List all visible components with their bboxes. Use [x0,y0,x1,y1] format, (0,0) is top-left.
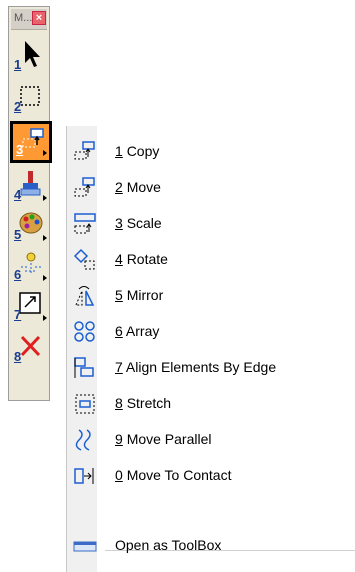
menu-label: Rotate [126,251,168,267]
menu-label: Copy [126,143,160,159]
menu-accelerator: 5 [115,287,123,303]
menu-item-mirror[interactable]: 5 Mirror [67,278,355,310]
menu-accelerator: 4 [115,251,123,267]
mirror-icon [75,286,95,306]
tool-number: 4 [14,187,22,202]
menu-item-align-elements[interactable]: 7 Align Elements By Edge [67,350,355,382]
menu-label: Stretch [126,395,172,411]
menu-item-open-as-toolbox[interactable]: Open as ToolBox [67,528,355,560]
flyout-arrow-icon [43,235,47,241]
flyout-arrow-icon [43,275,47,281]
manipulate-tool[interactable]: 3 [10,121,52,163]
rotate-icon [73,248,95,270]
menu-accelerator: 2 [115,179,123,195]
menu-accelerator: 3 [115,215,123,231]
menu-accelerator: 0 [115,467,123,483]
menu-item-array[interactable]: 6 Array [67,314,355,346]
toolbox-title-bar[interactable]: M... × [11,9,47,30]
main-toolbox: M... × 1 2 3 4 5 6 7 8 [8,6,52,401]
toolbox-title: M... [14,12,33,24]
menu-accelerator: 9 [115,431,123,447]
menu-accelerator: 7 [115,359,123,375]
tool-number: 1 [14,57,22,72]
menu-label: Move [126,179,161,195]
menu-item-copy[interactable]: 1 Copy [67,134,355,166]
menu-accelerator: 1 [115,143,123,159]
menu-accelerator: 8 [115,395,123,411]
menu-item-move-parallel[interactable]: 9 Move Parallel [67,422,355,454]
tool-number: 7 [14,307,22,322]
stretch-icon [75,394,95,414]
menu-label: Align Elements By Edge [125,359,277,375]
element-selection-tool[interactable]: 1 [11,35,49,75]
menu-label: Move To Contact [126,467,232,483]
menu-label: Move Parallel [126,431,212,447]
menu-label: Array [125,323,160,339]
tool-number: 2 [14,99,22,114]
align-edge-icon [74,357,94,378]
tool-number: 3 [16,142,24,157]
flyout-arrow-icon [43,315,47,321]
menu-item-stretch[interactable]: 8 Stretch [67,386,355,418]
toolbox-window-icon [73,541,97,552]
menu-item-scale[interactable]: 3 Scale [67,206,355,238]
change-attributes-tool[interactable]: 4 [11,165,49,205]
delete-element-tool[interactable]: 8 [11,327,49,367]
tool-number: 8 [14,349,22,364]
copy-icon [74,141,95,160]
menu-item-move[interactable]: 2 Move [67,170,355,202]
tool-number: 5 [14,227,22,242]
manipulate-flyout-menu: 1 Copy 2 Move 3 Scale 4 Rotate 5 Mirror [66,126,355,572]
menu-item-rotate[interactable]: 4 Rotate [67,242,355,274]
menu-item-move-to-contact[interactable]: 0 Move To Contact [67,458,355,490]
fence-tool[interactable]: 2 [11,77,49,117]
palette-tool[interactable]: 5 [11,205,49,245]
menu-label: Scale [126,215,162,231]
close-button[interactable]: × [32,11,46,25]
measure-tool[interactable]: 7 [11,285,49,325]
move-icon [74,177,95,197]
scale-icon [74,213,96,234]
menu-accelerator: 6 [115,323,123,339]
flyout-arrow-icon [43,150,47,156]
array-icon [74,321,95,342]
menu-label: Mirror [126,287,164,303]
drop-element-tool[interactable]: 6 [11,245,49,285]
flyout-arrow-icon [43,195,47,201]
move-to-contact-icon [74,468,94,484]
tool-number: 6 [14,267,22,282]
move-parallel-icon [75,429,91,451]
menu-label: Open as ToolBox [115,537,222,553]
